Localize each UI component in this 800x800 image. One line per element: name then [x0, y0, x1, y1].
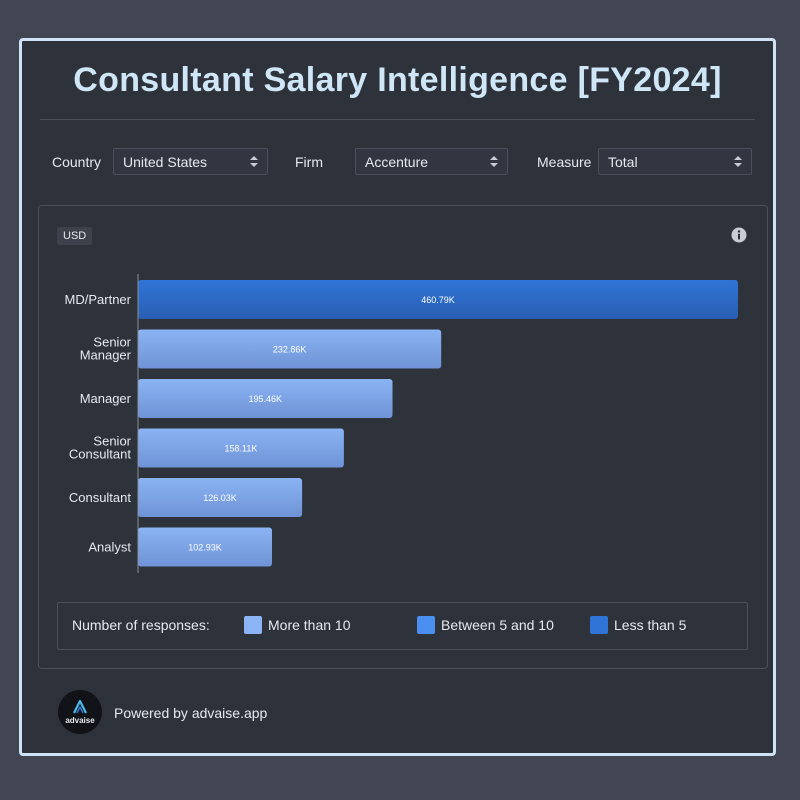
- bar-value-label: 460.79K: [421, 295, 455, 305]
- bar-value-label: 102.93K: [188, 543, 222, 553]
- measure-label: Measure: [537, 154, 592, 170]
- category-label: MD/Partner: [65, 292, 132, 307]
- category-label: Senior Manager: [80, 335, 132, 363]
- chart-panel: USD 460.79K MD/Partner 232.86K Senior Ma…: [38, 205, 768, 669]
- advaise-logo-icon: [73, 699, 87, 714]
- legend-title: Number of responses:: [72, 617, 210, 633]
- category-label: Manager: [80, 391, 132, 406]
- measure-select-value: Total: [608, 154, 638, 170]
- legend-item-less-than-5[interactable]: Less than 5: [590, 616, 686, 634]
- bar-value-label: 232.86K: [273, 345, 307, 355]
- chart-legend: Number of responses: More than 10 Betwee…: [57, 602, 748, 650]
- firm-label: Firm: [295, 154, 323, 170]
- select-arrows-icon: [490, 156, 498, 167]
- category-label: Analyst: [88, 540, 131, 555]
- firm-select[interactable]: Accenture: [355, 148, 508, 175]
- page-title: Consultant Salary Intelligence [FY2024]: [73, 61, 722, 99]
- country-select-value: United States: [123, 154, 208, 170]
- powered-by-text: Powered by advaise.app: [114, 705, 268, 721]
- bar-value-label: 126.03K: [203, 493, 237, 503]
- legend-swatch: [244, 616, 262, 634]
- advaise-logo[interactable]: advaise: [58, 690, 102, 734]
- category-label: Senior Consultant: [69, 434, 132, 462]
- legend-item-more-than-10[interactable]: More than 10: [244, 616, 351, 634]
- firm-select-value: Accenture: [365, 154, 429, 170]
- bar-value-label: 158.11K: [225, 444, 258, 454]
- dashboard-card: Consultant Salary Intelligence [FY2024] …: [19, 38, 776, 756]
- country-select[interactable]: United States: [113, 148, 268, 175]
- country-label: Country: [52, 154, 102, 170]
- legend-swatch: [590, 616, 608, 634]
- logo-text: advaise: [65, 716, 95, 725]
- legend-swatch: [417, 616, 435, 634]
- select-arrows-icon: [734, 156, 742, 167]
- legend-label: Less than 5: [614, 617, 687, 633]
- category-label: Consultant: [69, 490, 132, 505]
- legend-item-between-5-and-10[interactable]: Between 5 and 10: [417, 616, 554, 634]
- select-arrows-icon: [250, 156, 258, 167]
- salary-bar-chart: 460.79K MD/Partner 232.86K Senior Manager 195…: [65, 274, 738, 573]
- measure-select[interactable]: Total: [598, 148, 752, 175]
- title-divider: [40, 119, 755, 120]
- legend-label: Between 5 and 10: [441, 617, 554, 633]
- bar-value-label: 195.46K: [248, 394, 282, 404]
- legend-label: More than 10: [268, 617, 351, 633]
